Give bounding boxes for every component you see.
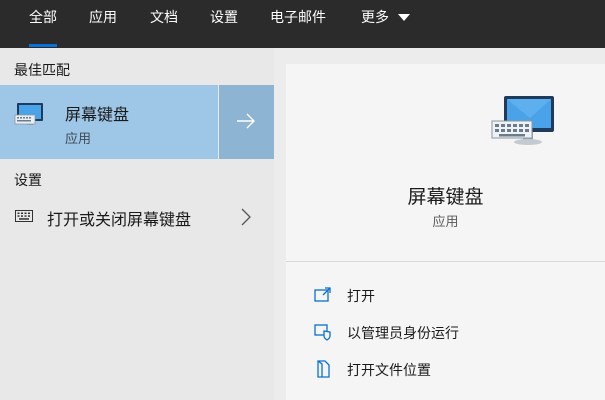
top-navigation-bar: 全部 应用 文档 设置 电子邮件 更多 [0, 0, 605, 48]
tab-more[interactable]: 更多 [361, 0, 389, 48]
tab-documents[interactable]: 文档 [150, 0, 178, 48]
best-match-subtitle: 应用 [65, 132, 92, 147]
tab-label: 更多 [361, 10, 389, 26]
best-match-title: 屏幕键盘 [65, 105, 130, 124]
tab-settings[interactable]: 设置 [210, 0, 238, 48]
open-window-icon [314, 287, 331, 302]
results-pane: 最佳匹配 屏幕键盘 应用 设置 打开或关闭屏幕键盘 [0, 48, 274, 400]
on-screen-keyboard-large-icon [491, 96, 554, 145]
tab-email[interactable]: 电子邮件 [270, 0, 326, 48]
action-label: 以管理员身份运行 [347, 326, 459, 342]
tab-apps[interactable]: 应用 [89, 0, 117, 48]
settings-item-label: 打开或关闭屏幕键盘 [47, 210, 192, 229]
settings-heading: 设置 [14, 173, 42, 189]
active-tab-underline [29, 44, 57, 47]
action-label: 打开文件位置 [347, 363, 431, 379]
arrow-right-icon [237, 113, 255, 129]
tab-label: 电子邮件 [270, 10, 326, 26]
open-details-button[interactable] [219, 85, 274, 159]
preview-pane: 屏幕键盘 应用 [286, 64, 605, 400]
action-open-file-location[interactable]: 打开文件位置 [300, 355, 590, 383]
on-screen-keyboard-app-icon [14, 103, 43, 125]
chevron-down-icon[interactable] [398, 14, 410, 21]
file-location-icon [317, 360, 330, 378]
preview-title: 屏幕键盘 [407, 186, 484, 208]
tab-label: 文档 [150, 10, 178, 26]
tab-label: 设置 [210, 10, 238, 26]
preview-subtitle: 应用 [432, 215, 459, 230]
tab-label: 全部 [29, 10, 57, 26]
tab-label: 应用 [89, 10, 117, 26]
settings-item-toggle-keyboard[interactable]: 打开或关闭屏幕键盘 [0, 198, 274, 236]
action-run-as-admin[interactable]: 以管理员身份运行 [300, 318, 590, 346]
keyboard-icon [15, 210, 33, 222]
best-match-heading: 最佳匹配 [14, 63, 70, 79]
best-match-item[interactable]: 屏幕键盘 应用 [0, 85, 218, 159]
action-label: 打开 [347, 289, 375, 305]
tab-all[interactable]: 全部 [29, 0, 57, 48]
action-open[interactable]: 打开 [300, 281, 590, 309]
preview-divider [286, 261, 605, 262]
chevron-right-icon[interactable] [241, 208, 251, 226]
shield-icon [314, 324, 331, 341]
